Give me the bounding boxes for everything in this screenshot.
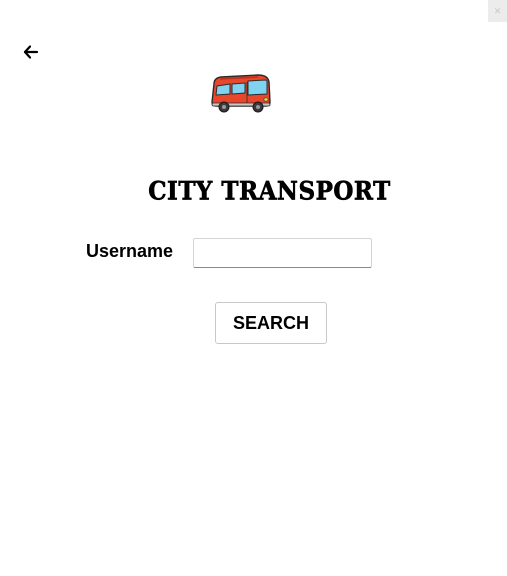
username-label: Username [86,241,174,261]
bus-icon [208,72,272,114]
username-input[interactable] [193,238,372,268]
search-button[interactable]: SEARCH [215,302,327,344]
back-button[interactable] [21,42,43,62]
arrow-left-icon [23,45,39,59]
close-icon: ✕ [493,6,502,16]
page-title: CITY TRANSPORT [148,176,391,207]
close-button[interactable]: ✕ [488,0,507,22]
app-window: ✕ CITY TRANSPORT Username SEARCH [0,0,507,576]
